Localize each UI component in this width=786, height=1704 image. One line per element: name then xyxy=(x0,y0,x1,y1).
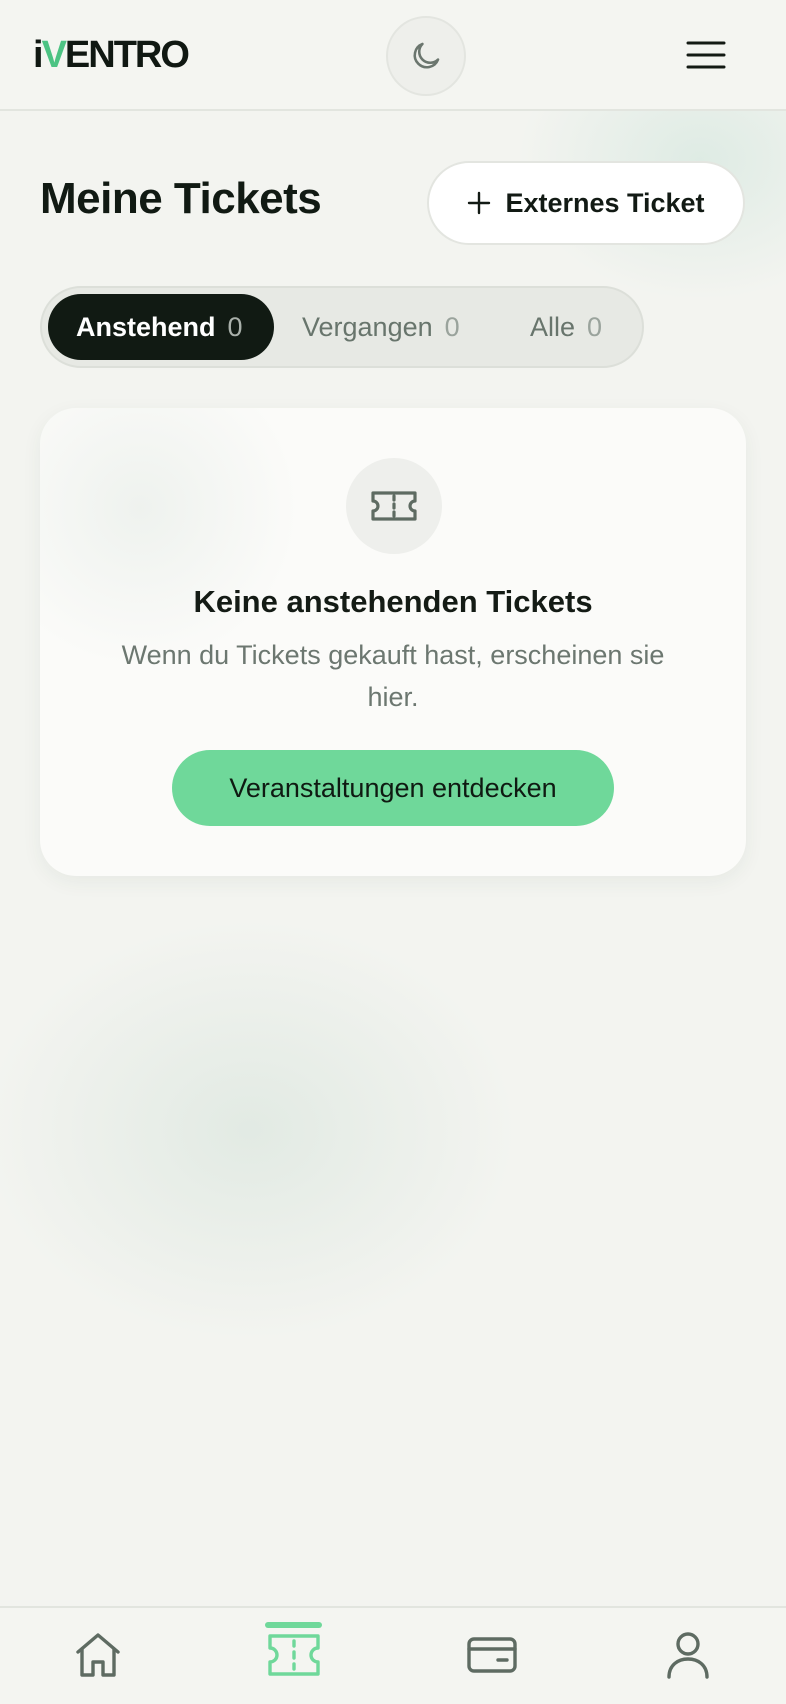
page-title: Meine Tickets xyxy=(40,174,322,223)
wallet-card-icon xyxy=(467,1637,517,1673)
tab-vergangen[interactable]: Vergangen 0 xyxy=(302,294,460,360)
empty-state-icon-circle xyxy=(346,458,442,554)
theme-toggle-button[interactable] xyxy=(386,16,466,96)
tab-label: Anstehend xyxy=(76,311,216,342)
hamburger-menu-icon xyxy=(686,41,726,69)
tab-anstehend[interactable]: Anstehend 0 xyxy=(48,294,274,360)
empty-state-description: Wenn du Tickets gekauft hast, erscheinen… xyxy=(121,640,665,712)
bottom-navigation xyxy=(0,1606,786,1704)
app-logo[interactable]: iVENTRO xyxy=(33,34,190,77)
ticket-filter-tabs: Anstehend 0 Vergangen 0 Alle 0 xyxy=(40,286,644,368)
nav-home[interactable] xyxy=(63,1620,133,1690)
moon-icon xyxy=(413,42,440,69)
empty-state-title: Keine anstehenden Tickets xyxy=(193,584,593,619)
ticket-icon xyxy=(371,491,417,521)
nav-wallet[interactable] xyxy=(457,1620,527,1690)
nav-profile[interactable] xyxy=(653,1620,723,1690)
logo-accent-letter: V xyxy=(41,34,67,76)
logo-rest: ENTRO xyxy=(64,34,190,76)
ticket-icon xyxy=(268,1634,320,1676)
add-external-ticket-label: Externes Ticket xyxy=(505,187,705,218)
nav-tickets[interactable] xyxy=(259,1620,329,1690)
discover-events-button[interactable]: Veranstaltungen entdecken xyxy=(172,750,614,826)
plus-icon xyxy=(468,191,491,215)
top-header: iVENTRO xyxy=(0,0,786,111)
tab-count: 0 xyxy=(444,311,460,342)
home-icon xyxy=(76,1633,120,1677)
tab-label: Vergangen xyxy=(302,311,433,342)
menu-button[interactable] xyxy=(680,32,732,78)
tab-count: 0 xyxy=(587,311,603,342)
empty-state-card: Keine anstehenden Tickets Wenn du Ticket… xyxy=(40,408,746,876)
user-icon xyxy=(667,1632,709,1679)
tab-label: Alle xyxy=(530,311,576,342)
tab-alle[interactable]: Alle 0 xyxy=(530,294,602,360)
add-external-ticket-button[interactable]: Externes Ticket xyxy=(427,161,745,245)
logo-prefix: i xyxy=(33,34,43,76)
tab-count: 0 xyxy=(227,311,243,342)
